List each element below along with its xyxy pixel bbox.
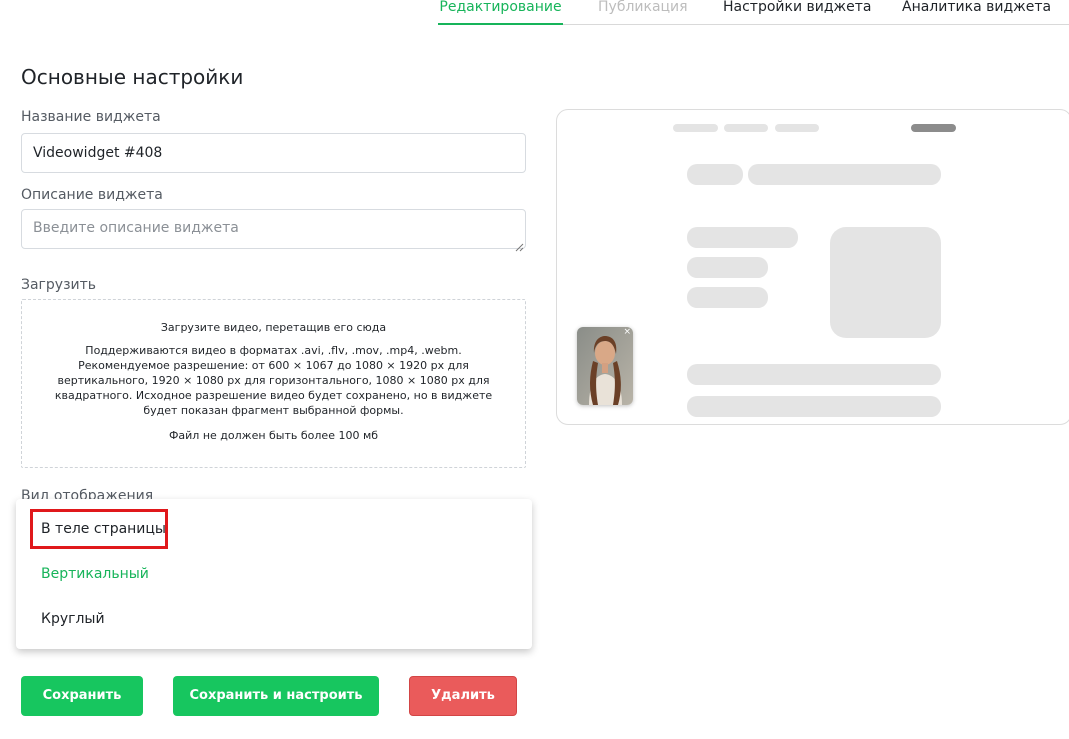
description-field-label: Описание виджета — [21, 187, 163, 203]
delete-button[interactable]: Удалить — [409, 676, 517, 716]
close-icon[interactable]: × — [623, 328, 631, 337]
skeleton-line-5 — [687, 396, 941, 417]
widget-preview: × — [556, 109, 1069, 425]
skeleton-nav-button — [911, 124, 956, 132]
dropzone-description: Поддерживаются видео в форматах .avi, .f… — [54, 344, 493, 417]
dropzone-title: Загрузите видео, перетащив его сюда — [160, 321, 387, 334]
dropzone-size-limit: Файл не должен быть более 100 мб — [168, 429, 379, 442]
widget-name-input[interactable]: Videowidget #408 — [21, 133, 526, 173]
option-vertical[interactable]: Вертикальный — [41, 566, 149, 582]
skeleton-nav-2 — [724, 124, 768, 132]
skeleton-line-1 — [687, 227, 798, 248]
tab-publish[interactable]: Публикация — [598, 0, 688, 25]
video-widget-thumbnail[interactable]: × — [577, 327, 633, 405]
skeleton-image — [830, 227, 941, 338]
save-button[interactable]: Сохранить — [21, 676, 143, 716]
widget-description-textarea[interactable]: Введите описание виджета — [21, 209, 526, 249]
page-title: Основные настройки — [21, 65, 244, 89]
save-and-configure-button[interactable]: Сохранить и настроить — [173, 676, 379, 716]
skeleton-nav-3 — [775, 124, 819, 132]
skeleton-line-4 — [687, 364, 941, 385]
skeleton-line-2 — [687, 257, 768, 278]
skeleton-heading-1 — [687, 164, 743, 185]
upload-label: Загрузить — [21, 277, 97, 293]
tab-widget-settings[interactable]: Настройки виджета — [723, 0, 872, 25]
skeleton-line-3 — [687, 287, 768, 308]
name-field-label: Название виджета — [21, 109, 161, 125]
textarea-resize-handle[interactable] — [514, 237, 524, 252]
skeleton-heading-2 — [748, 164, 941, 185]
option-round[interactable]: Круглый — [41, 611, 105, 627]
display-mode-dropdown: В теле страницы Вертикальный Круглый — [16, 499, 532, 649]
video-dropzone[interactable]: Загрузите видео, перетащив его сюда Подд… — [21, 299, 526, 468]
highlight-box — [30, 509, 168, 549]
tab-analytics[interactable]: Аналитика виджета — [902, 0, 1051, 25]
tab-editing[interactable]: Редактирование — [438, 0, 563, 25]
skeleton-nav-1 — [673, 124, 718, 132]
tab-bar: Редактирование Публикация Настройки видж… — [438, 0, 1069, 25]
